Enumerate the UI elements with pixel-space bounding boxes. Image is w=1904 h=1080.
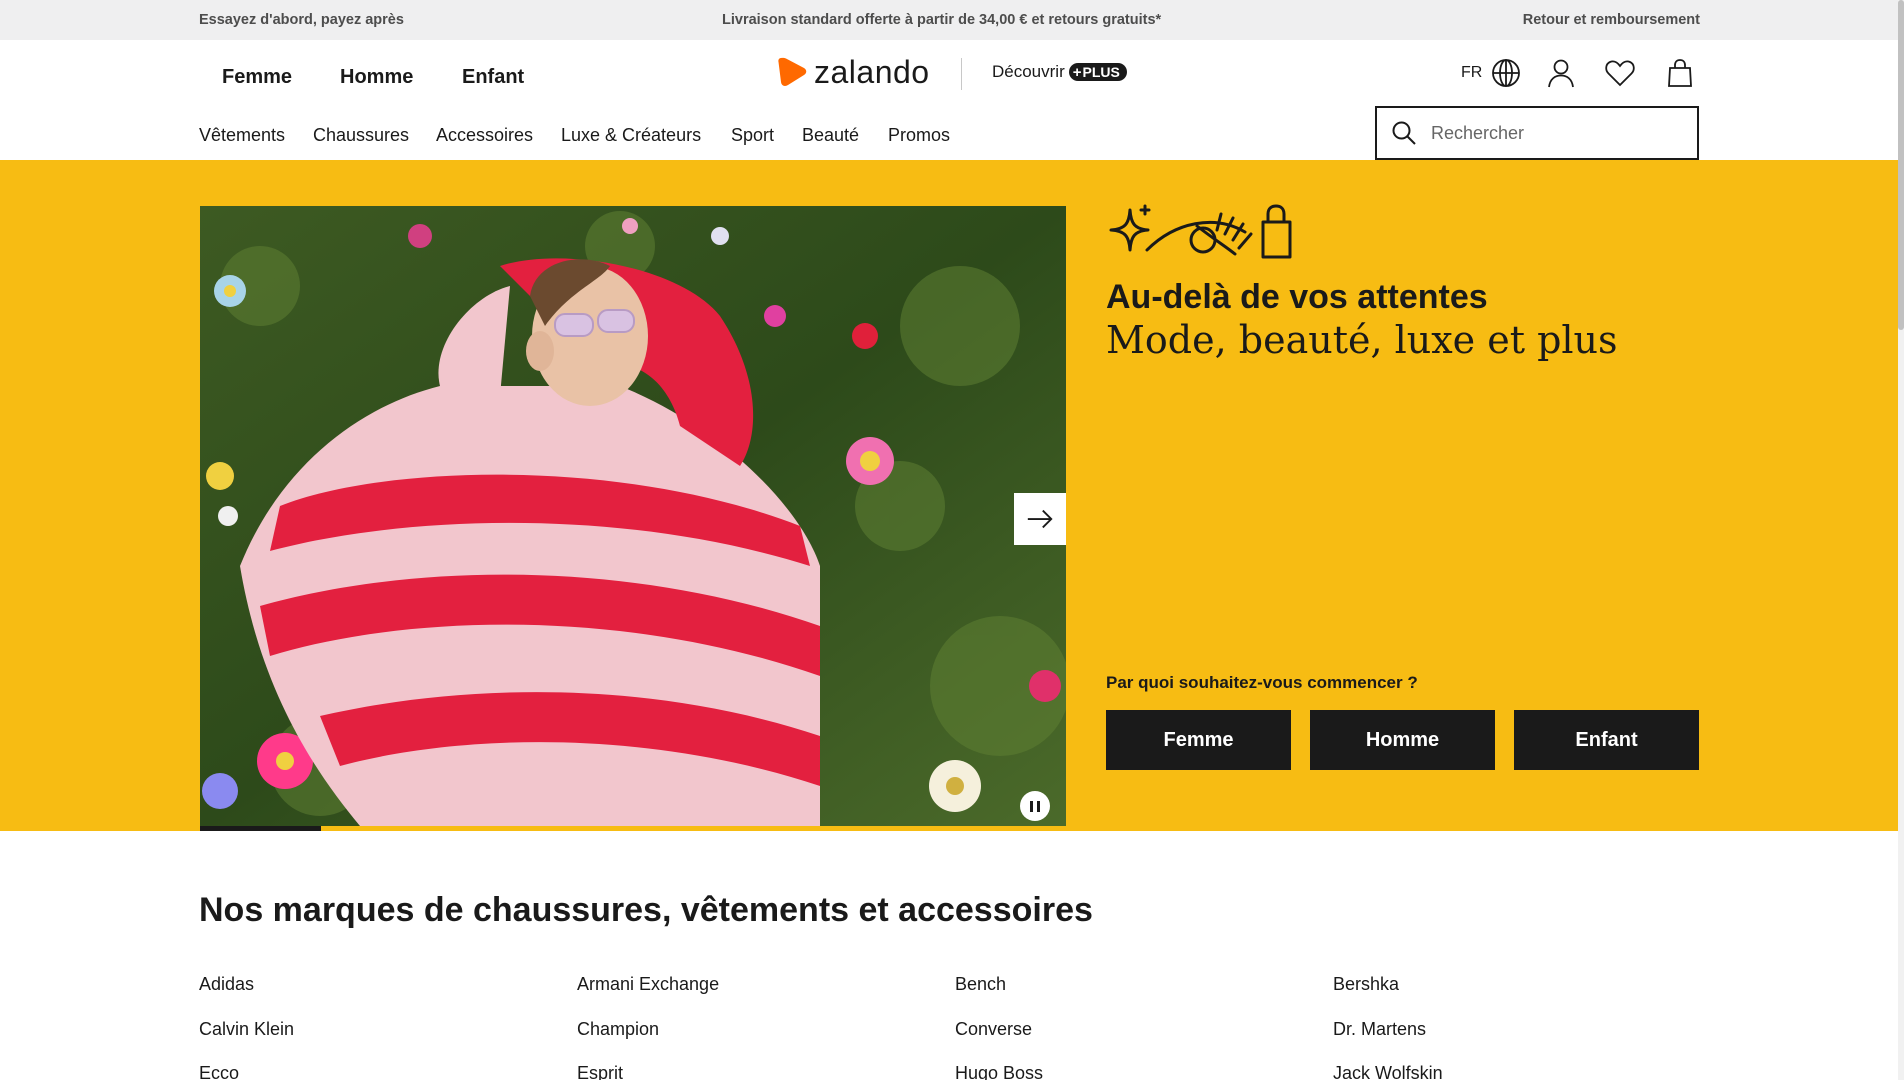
wishlist-button[interactable] [1603,56,1637,90]
brand-link[interactable]: Dr. Martens [1333,1019,1426,1040]
brand-link[interactable]: Bench [955,974,1006,995]
zalando-logo[interactable]: zalando [776,54,930,90]
category-beaute[interactable]: Beauté [802,125,859,146]
category-vetements[interactable]: Vêtements [199,125,285,146]
heart-icon [1605,60,1635,87]
plus-badge-label: PLUS [1082,64,1120,80]
hero-question: Par quoi souhaitez-vous commencer ? [1106,673,1418,692]
brand-link[interactable]: Ecco [199,1063,239,1080]
brand-link[interactable]: Hugo Boss [955,1063,1043,1080]
category-promos[interactable]: Promos [888,125,950,146]
arrow-right-icon [1027,509,1053,529]
bag-icon [1668,59,1692,87]
brand-link[interactable]: Armani Exchange [577,974,719,995]
pause-icon [1030,800,1033,812]
carousel-progress-fill [200,826,322,831]
plus-badge: + PLUS [1068,63,1127,81]
hero-homme-button[interactable]: Homme [1310,710,1495,770]
category-chaussures[interactable]: Chaussures [313,125,409,146]
brand-link[interactable]: Calvin Klein [199,1019,294,1040]
hero-subtitle: Mode, beauté, luxe et plus [1106,318,1618,362]
pause-icon-bar [1037,800,1040,812]
hero-title: Au-delà de vos attentes [1106,278,1488,316]
brand-link[interactable]: Champion [577,1019,659,1040]
hero-image[interactable] [200,206,1066,826]
brand-link[interactable]: Converse [955,1019,1032,1040]
cart-button[interactable] [1663,56,1697,90]
hero-enfant-button[interactable]: Enfant [1514,710,1699,770]
globe-icon [1492,59,1520,87]
promo-pay-later-link[interactable]: Essayez d'abord, payez après [199,12,404,28]
hero-photo [200,206,1066,826]
shopping-bag-icon [1261,204,1292,259]
sparkle-icon [1109,204,1151,252]
hero-illustration [1105,202,1325,267]
gender-tab-femme[interactable]: Femme [222,66,292,89]
plus-sign-icon: + [1072,63,1082,81]
hero-femme-button[interactable]: Femme [1106,710,1291,770]
header-divider [961,58,962,90]
promo-bar: Essayez d'abord, payez après Livraison s… [0,0,1898,40]
search-box[interactable] [1375,106,1699,160]
discover-plus-link[interactable]: Découvrir + PLUS [992,62,1127,82]
brand-link[interactable]: Esprit [577,1063,623,1080]
brand-link[interactable]: Adidas [199,974,254,995]
language-globe-button[interactable] [1489,56,1523,90]
promo-returns-link[interactable]: Retour et remboursement [1523,12,1700,28]
search-icon [1392,121,1416,145]
discover-label: Découvrir [992,62,1065,81]
eye-icon [1145,212,1253,256]
page-scrollbar-thumb[interactable] [1898,0,1904,330]
brand-link[interactable]: Jack Wolfskin [1333,1063,1443,1080]
gender-tab-enfant[interactable]: Enfant [462,66,524,89]
category-luxe-createurs[interactable]: Luxe & Créateurs [561,125,701,146]
zalando-logo-icon [778,57,807,86]
brand-link[interactable]: Bershka [1333,974,1399,995]
carousel-progress [200,826,1066,831]
gender-tab-homme[interactable]: Homme [340,66,413,89]
promo-free-delivery-link[interactable]: Livraison standard offerte à partir de 3… [722,12,1161,28]
logo-wordmark: zalando [814,53,930,90]
category-sport[interactable]: Sport [731,125,774,146]
carousel-next-button[interactable] [1014,493,1066,545]
user-icon [1548,59,1574,88]
account-button[interactable] [1544,56,1578,90]
search-input[interactable] [1431,122,1681,144]
category-accessoires[interactable]: Accessoires [436,125,533,146]
language-label[interactable]: FR [1461,64,1482,82]
carousel-pause-button[interactable] [1020,791,1050,821]
brands-section-title: Nos marques de chaussures, vêtements et … [199,891,1093,929]
